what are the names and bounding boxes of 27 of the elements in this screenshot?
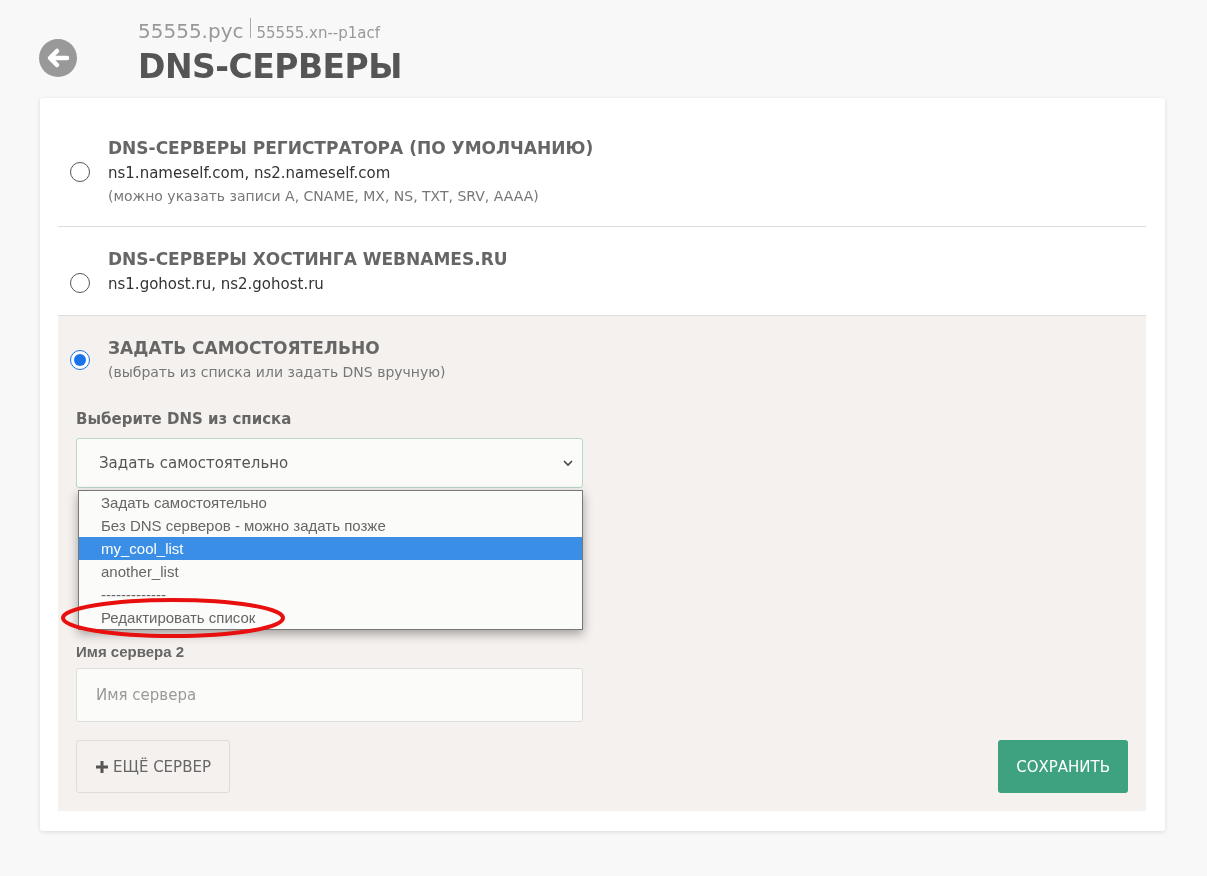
radio-button[interactable] bbox=[70, 350, 90, 370]
dropdown-option[interactable]: Задать самостоятельно bbox=[79, 491, 582, 514]
option-title: DNS-СЕРВЕРЫ ХОСТИНГА WEBNAMES.RU bbox=[108, 249, 508, 269]
field-label: Имя сервера 2 bbox=[76, 643, 186, 660]
option-note: (можно указать записи A, CNAME, MX, NS, TXT, SRV, AAAA) bbox=[108, 188, 540, 204]
punycode-domain: 55555.xn--p1acf bbox=[256, 24, 380, 42]
option-title: ЗАДАТЬ САМОСТОЯТЕЛЬНО bbox=[108, 338, 381, 358]
plus-icon bbox=[95, 759, 109, 774]
option-note: (выбрать из списка или задать DNS вручную) bbox=[108, 364, 446, 380]
select-label: Выберите DNS из списка bbox=[76, 410, 293, 428]
dropdown-option[interactable]: Редактировать список bbox=[79, 606, 582, 629]
dropdown-option[interactable]: Без DNS серверов - можно задать позже bbox=[79, 514, 582, 537]
dropdown-option[interactable]: another_list bbox=[79, 560, 582, 583]
dropdown-option[interactable]: my_cool_list bbox=[79, 537, 582, 560]
caret-icon bbox=[562, 457, 574, 469]
domain-name: 55555.рус bbox=[138, 19, 244, 43]
dropdown-option[interactable]: ------------- bbox=[79, 583, 582, 606]
add-server-button[interactable]: ЕЩЁ СЕРВЕР bbox=[76, 740, 230, 793]
dns-select[interactable]: Задать самостоятельно bbox=[76, 438, 583, 488]
server-list: ns1.gohost.ru, ns2.gohost.ru bbox=[108, 275, 508, 293]
radio-button[interactable] bbox=[70, 273, 90, 293]
radio-button[interactable] bbox=[70, 162, 90, 182]
page-title: DNS-СЕРВЕРЫ bbox=[138, 47, 402, 86]
server-name-field[interactable]: Имя сервера bbox=[76, 668, 583, 722]
save-button[interactable]: СОХРАНИТЬ bbox=[998, 740, 1128, 793]
option-title: DNS-СЕРВЕРЫ РЕГИСТРАТОРА (ПО УМОЛЧАНИЮ) bbox=[108, 138, 594, 158]
server-list: ns1.nameself.com, ns2.nameself.com bbox=[108, 164, 594, 182]
